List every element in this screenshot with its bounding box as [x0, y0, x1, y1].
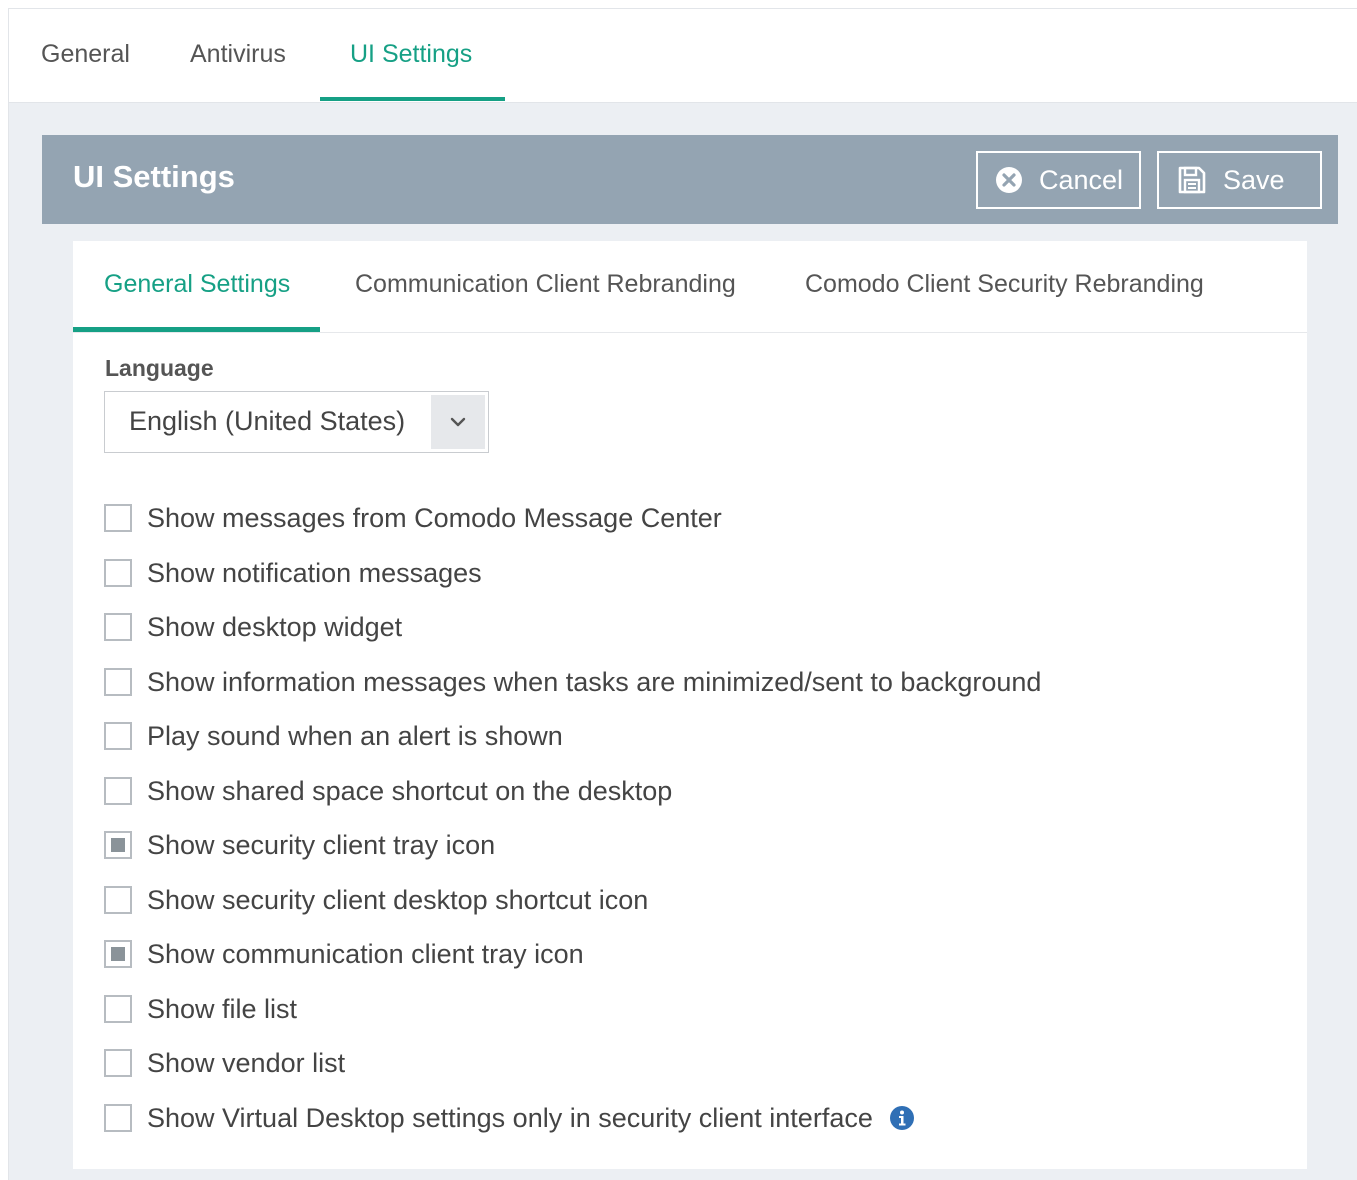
top-tab-bar: General Antivirus UI Settings: [9, 9, 1357, 103]
chevron-down-icon[interactable]: [431, 395, 485, 449]
info-icon[interactable]: [889, 1105, 915, 1131]
checkbox[interactable]: [104, 886, 132, 914]
tab-ui-settings[interactable]: UI Settings: [350, 9, 472, 103]
option-label: Show desktop widget: [147, 611, 403, 642]
checkbox[interactable]: [104, 504, 132, 532]
checkbox[interactable]: [104, 668, 132, 696]
close-circle-icon: [995, 166, 1023, 194]
checkbox-checked[interactable]: [104, 940, 132, 968]
option-communication-client-tray-icon: Show communication client tray icon: [104, 934, 584, 974]
checkbox[interactable]: [104, 613, 132, 641]
option-comodo-message-center: Show messages from Comodo Message Center: [104, 498, 722, 538]
tab-comodo-client-security-rebranding[interactable]: Comodo Client Security Rebranding: [805, 241, 1204, 327]
checkbox-checked[interactable]: [104, 831, 132, 859]
cancel-button[interactable]: Cancel: [976, 151, 1141, 209]
option-vendor-list: Show vendor list: [104, 1043, 345, 1083]
option-label: Show information messages when tasks are…: [147, 666, 1042, 697]
option-security-client-desktop-shortcut: Show security client desktop shortcut ic…: [104, 880, 648, 920]
option-information-messages: Show information messages when tasks are…: [104, 662, 1041, 702]
option-desktop-widget: Show desktop widget: [104, 607, 402, 647]
checkbox[interactable]: [104, 995, 132, 1023]
option-notification-messages: Show notification messages: [104, 553, 482, 593]
option-label: Show security client tray icon: [147, 829, 496, 860]
option-play-sound: Play sound when an alert is shown: [104, 716, 563, 756]
floppy-disk-icon: [1177, 165, 1207, 195]
language-label: Language: [105, 355, 214, 381]
option-shared-space-shortcut: Show shared space shortcut on the deskto…: [104, 771, 672, 811]
option-label: Show messages from Comodo Message Center: [147, 502, 722, 533]
option-label: Show vendor list: [147, 1047, 346, 1078]
option-security-client-tray-icon: Show security client tray icon: [104, 825, 495, 865]
settings-frame: General Antivirus UI Settings UI Setting…: [8, 8, 1357, 1180]
save-label: Save: [1223, 164, 1285, 195]
checkbox[interactable]: [104, 777, 132, 805]
option-label: Show security client desktop shortcut ic…: [147, 884, 649, 915]
option-label: Play sound when an alert is shown: [147, 720, 563, 751]
save-button[interactable]: Save: [1157, 151, 1322, 209]
panel-title: UI Settings: [73, 159, 235, 194]
tab-antivirus[interactable]: Antivirus: [190, 9, 286, 103]
active-subtab-indicator: [73, 327, 320, 332]
tab-general-settings[interactable]: General Settings: [104, 241, 290, 327]
checkbox[interactable]: [104, 722, 132, 750]
active-tab-indicator: [320, 97, 505, 101]
language-select[interactable]: English (United States): [104, 391, 489, 453]
option-label: Show Virtual Desktop settings only in se…: [147, 1102, 873, 1133]
tab-communication-client-rebranding[interactable]: Communication Client Rebranding: [355, 241, 736, 327]
sub-tab-bar: General Settings Communication Client Re…: [73, 241, 1307, 333]
option-label: Show shared space shortcut on the deskto…: [147, 775, 673, 806]
option-label: Show communication client tray icon: [147, 938, 584, 969]
option-virtual-desktop-settings: Show Virtual Desktop settings only in se…: [104, 1098, 915, 1138]
panel-header: UI Settings Cancel Save: [42, 135, 1338, 224]
panel-body: General Settings Communication Client Re…: [73, 241, 1307, 1169]
tab-general[interactable]: General: [41, 9, 130, 103]
checkbox[interactable]: [104, 1049, 132, 1077]
cancel-label: Cancel: [1039, 164, 1124, 195]
language-value: English (United States): [129, 406, 406, 436]
option-label: Show notification messages: [147, 557, 482, 588]
option-file-list: Show file list: [104, 989, 297, 1029]
checkbox[interactable]: [104, 1104, 132, 1132]
checkbox[interactable]: [104, 559, 132, 587]
option-label: Show file list: [147, 993, 298, 1024]
